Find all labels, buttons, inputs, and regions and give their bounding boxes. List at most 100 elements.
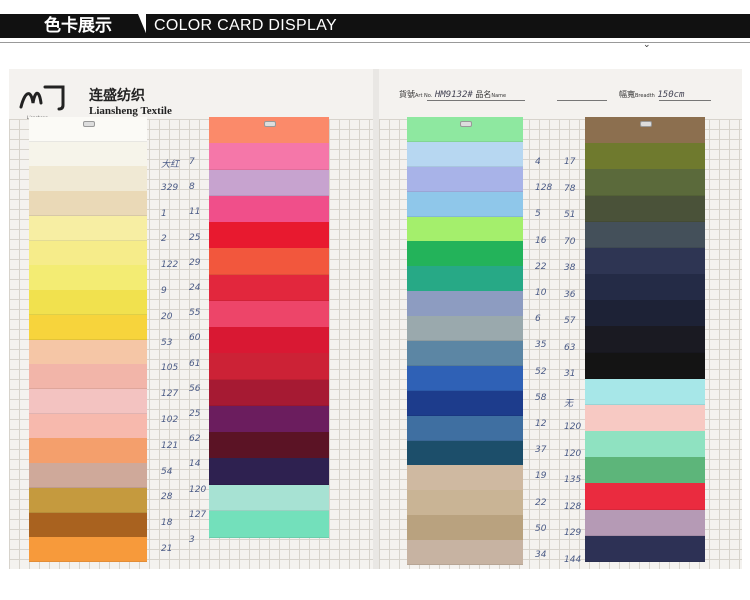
color-swatch xyxy=(29,265,147,291)
color-code-label: 60 xyxy=(189,333,201,344)
color-swatch xyxy=(29,166,147,192)
color-code-label: 129 xyxy=(564,528,582,538)
color-code-label: 36 xyxy=(564,289,576,300)
color-swatch xyxy=(29,438,147,464)
color-code-label: 22 xyxy=(535,261,547,272)
color-code-label: 1 xyxy=(161,208,167,219)
color-swatch xyxy=(585,378,705,406)
color-swatch xyxy=(585,431,705,458)
color-code-label: 52 xyxy=(535,366,547,377)
color-code-label: 144 xyxy=(564,554,582,565)
color-swatch xyxy=(209,510,329,538)
color-swatch xyxy=(407,141,523,168)
brand-logo-icon xyxy=(19,85,65,111)
color-code-label: 4 xyxy=(535,157,541,167)
color-swatch xyxy=(209,300,329,328)
color-swatch xyxy=(407,291,523,317)
color-swatch xyxy=(209,143,329,170)
color-code-label: 9 xyxy=(161,286,167,296)
color-code-label: 55 xyxy=(189,308,201,319)
color-swatch xyxy=(29,512,147,538)
brand-name-en: Liansheng Textile xyxy=(89,105,172,117)
color-code-label: 大红 xyxy=(161,160,180,170)
color-swatch xyxy=(29,388,147,415)
color-swatch xyxy=(585,274,705,301)
color-code-label: 17 xyxy=(564,157,576,167)
color-code-label: 16 xyxy=(535,235,547,246)
color-code-label: 63 xyxy=(564,342,576,353)
color-swatch xyxy=(407,266,523,292)
color-swatch xyxy=(209,327,329,354)
color-swatch xyxy=(407,166,523,193)
color-swatch xyxy=(29,463,147,489)
color-code-label: 35 xyxy=(535,340,547,351)
color-swatch xyxy=(209,195,329,223)
color-swatch xyxy=(29,290,147,316)
color-code-label: 31 xyxy=(564,369,576,379)
color-swatch xyxy=(29,537,147,563)
color-swatch xyxy=(209,248,329,275)
name-label-en: Name xyxy=(491,93,507,99)
color-code-label: 25 xyxy=(189,409,201,419)
color-swatch xyxy=(407,365,523,392)
article-field: 貨號Art No. HM9132# 品名Name xyxy=(399,89,506,100)
color-swatch xyxy=(209,169,329,197)
color-swatch xyxy=(209,379,329,407)
breadth-label: 幅寬 xyxy=(619,90,635,99)
color-swatch xyxy=(29,215,147,242)
color-swatch xyxy=(585,352,705,380)
header-rule xyxy=(0,42,750,43)
color-swatch xyxy=(585,221,705,249)
color-swatch xyxy=(407,440,523,466)
color-code-label: 22 xyxy=(535,497,547,508)
swatch-strip xyxy=(585,117,705,563)
color-swatch xyxy=(209,484,329,512)
color-swatch xyxy=(585,300,705,327)
breadth-value: 150cm xyxy=(657,90,685,100)
color-swatch xyxy=(585,457,705,484)
color-code-label: 53 xyxy=(161,337,173,348)
color-swatch xyxy=(209,353,329,380)
color-code-label: 57 xyxy=(564,316,576,326)
hanger-clip xyxy=(83,121,95,127)
color-code-label: 24 xyxy=(189,283,201,293)
hanger-clip xyxy=(460,121,472,127)
color-code-label: 127 xyxy=(161,389,179,400)
color-swatch xyxy=(585,169,705,197)
hanger-clip xyxy=(264,121,276,127)
swatch-strip xyxy=(209,117,329,538)
article-value: HM9132# xyxy=(434,90,473,100)
name-label: 品名 xyxy=(475,90,492,99)
color-code-label: 120 xyxy=(189,484,207,495)
color-swatch xyxy=(29,364,147,390)
article-label-en: Art No. xyxy=(415,93,433,99)
color-code-label: 7 xyxy=(189,157,195,167)
color-code-label: 28 xyxy=(161,492,173,503)
color-code-label: 135 xyxy=(564,475,582,485)
color-code-label: 29 xyxy=(189,257,201,268)
color-swatch xyxy=(209,274,329,302)
color-swatch xyxy=(407,316,523,342)
color-code-label: 25 xyxy=(189,232,201,243)
color-swatch xyxy=(585,535,705,563)
color-code-label: 120 xyxy=(564,422,582,432)
color-swatch xyxy=(585,247,705,275)
color-swatch xyxy=(407,540,523,566)
color-swatch xyxy=(407,191,523,218)
article-label: 貨號 xyxy=(399,90,415,99)
color-code-label: 128 xyxy=(564,501,582,512)
color-swatch xyxy=(585,143,705,170)
color-code-label: 12 xyxy=(535,419,547,429)
color-code-label: 56 xyxy=(189,383,201,394)
color-swatch xyxy=(29,487,147,514)
color-code-label: 62 xyxy=(189,434,201,445)
swatch-strip xyxy=(29,117,147,563)
brand-name-cn: 连盛纺织 xyxy=(89,88,145,104)
color-code-label: 34 xyxy=(535,550,547,560)
color-code-label: 102 xyxy=(161,415,179,425)
color-swatch xyxy=(407,515,523,541)
color-code-label: 50 xyxy=(535,523,547,534)
color-swatch xyxy=(29,314,147,340)
color-code-label: 51 xyxy=(564,210,576,220)
color-swatch xyxy=(29,413,147,439)
